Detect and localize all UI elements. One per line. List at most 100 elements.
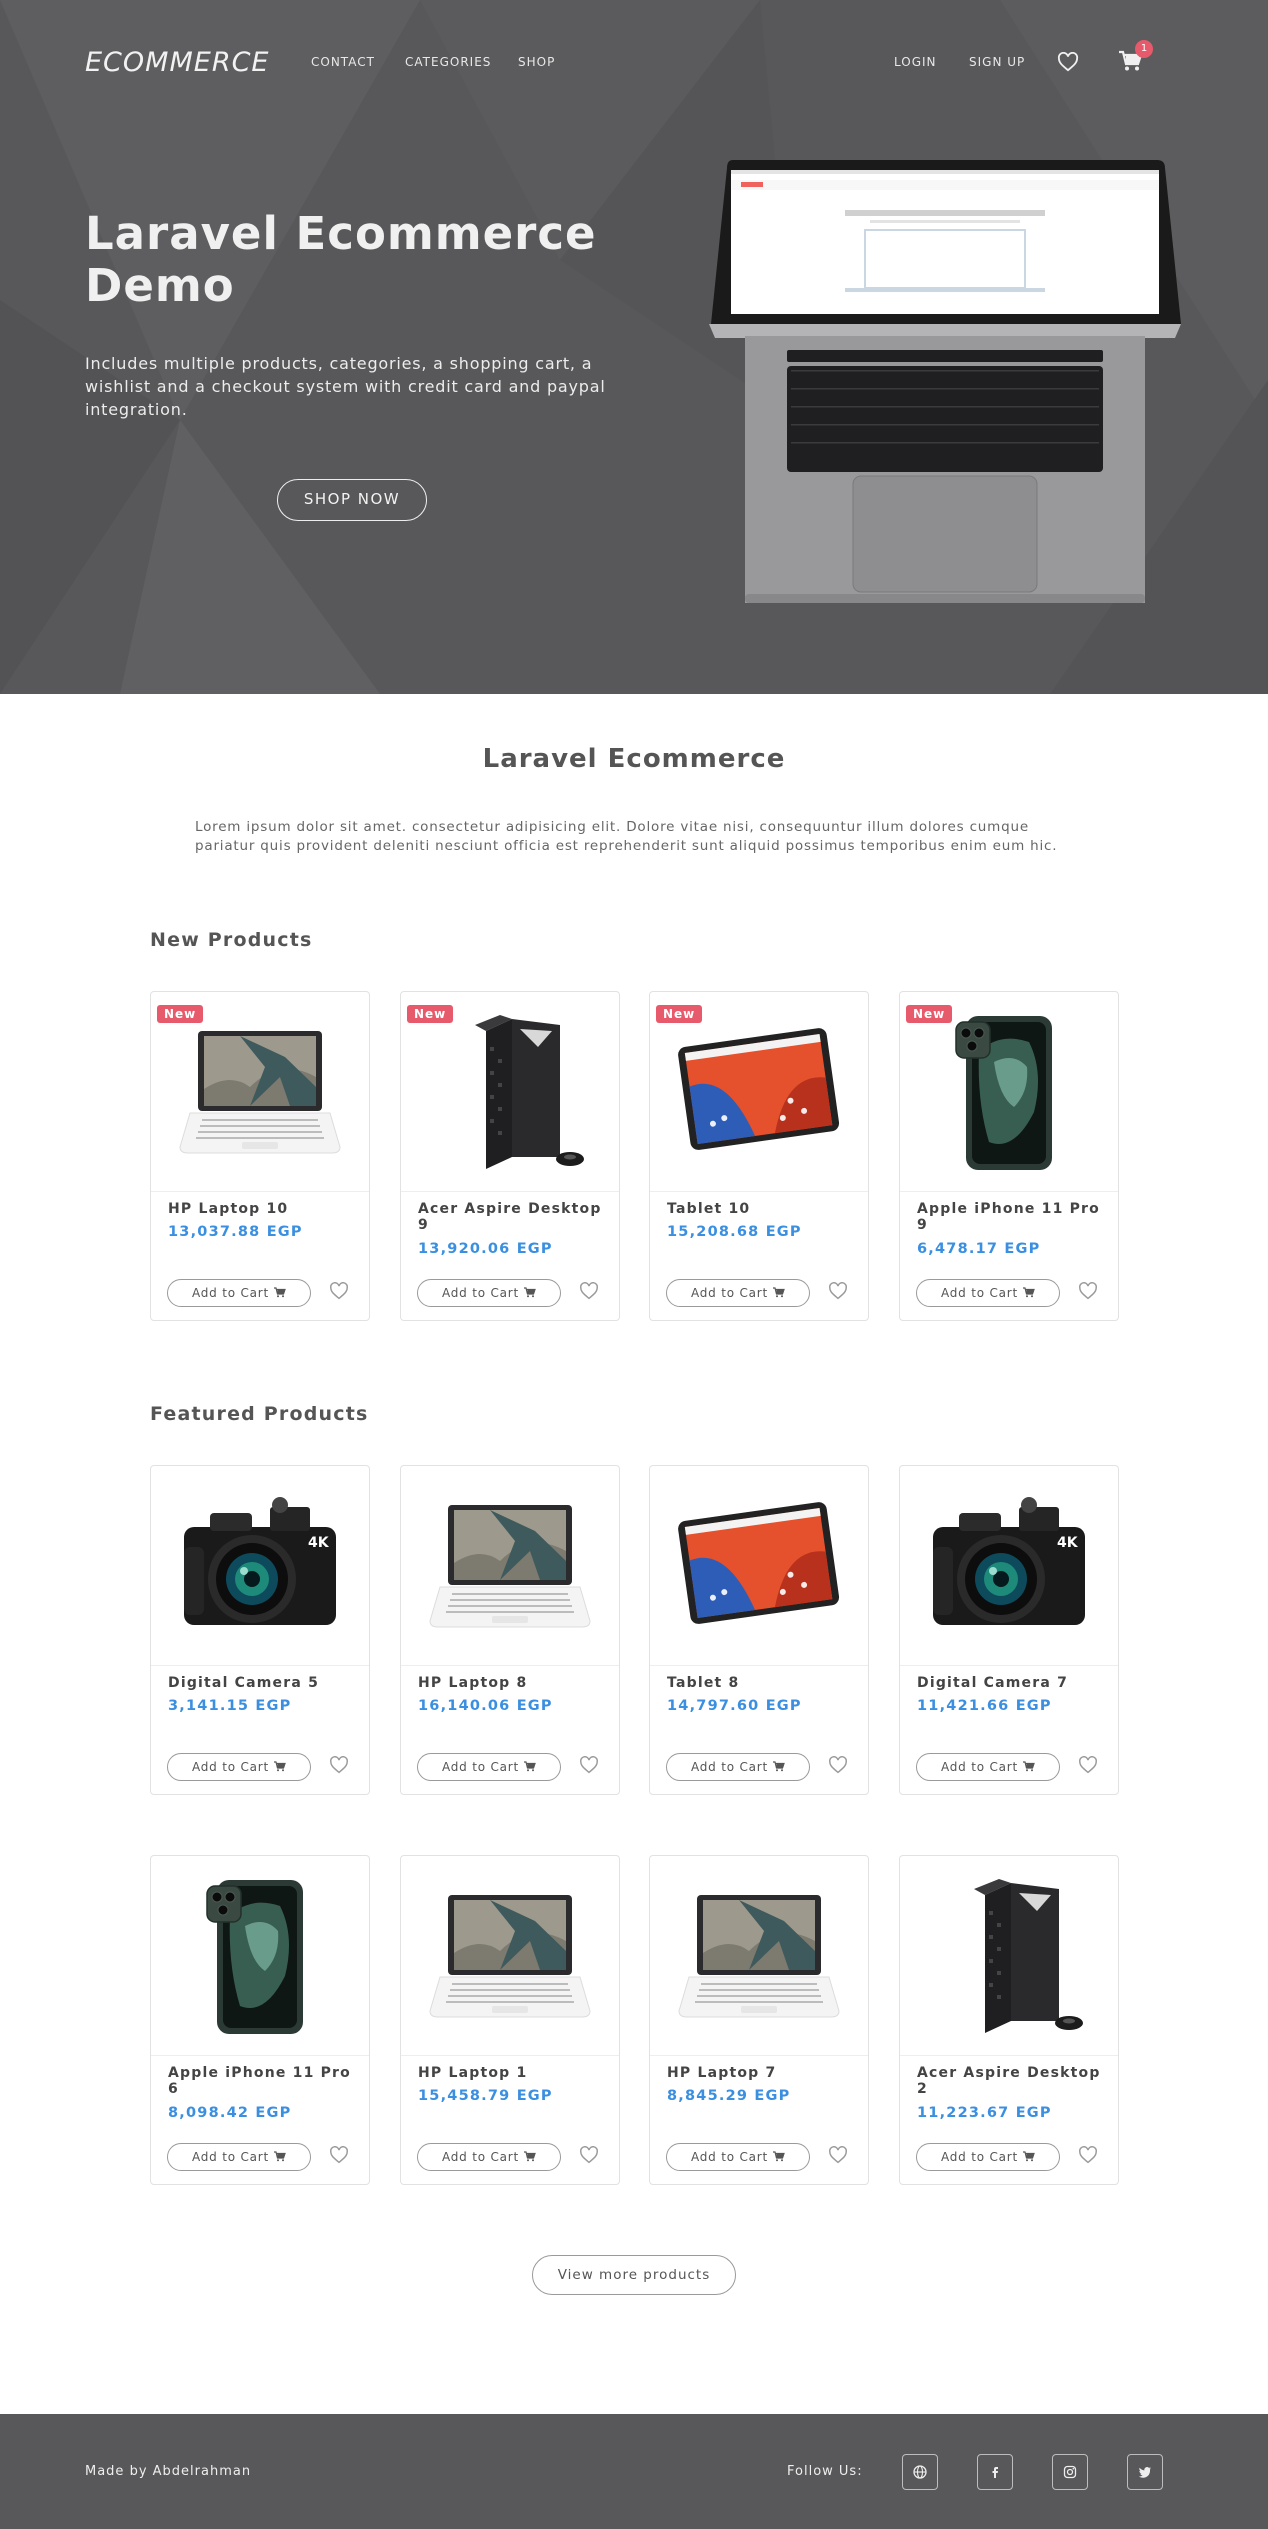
cart-icon: [1018, 1760, 1035, 1774]
add-to-cart-button[interactable]: Add to Cart: [666, 2143, 810, 2171]
add-to-cart-label: Add to Cart: [940, 2150, 1019, 2164]
add-to-cart-button[interactable]: Add to Cart: [417, 1279, 561, 1307]
product-price: 15,458.79 EGP: [418, 2088, 553, 2104]
product-name[interactable]: Tablet 10: [667, 1201, 857, 1217]
facebook-icon[interactable]: [977, 2454, 1013, 2490]
product-name[interactable]: Acer Aspire Desktop 9: [418, 1201, 608, 1233]
hero-description: Includes multiple products, categories, …: [85, 354, 606, 419]
wishlist-heart-icon[interactable]: [1057, 52, 1079, 72]
wishlist-heart-icon[interactable]: [1078, 2146, 1098, 2168]
product-card[interactable]: 4K Digital Camera 7 11,421.66 EGP Add to C…: [899, 1465, 1119, 1795]
add-to-cart-button[interactable]: Add to Cart: [417, 2143, 561, 2171]
product-name[interactable]: HP Laptop 7: [667, 2065, 857, 2081]
wishlist-heart-icon[interactable]: [828, 1756, 848, 1778]
add-to-cart-label: Add to Cart: [690, 1760, 769, 1774]
add-to-cart-label: Add to Cart: [191, 2150, 270, 2164]
product-name[interactable]: Apple iPhone 11 Pro 6: [168, 2065, 358, 2097]
product-image-laptop[interactable]: [401, 1466, 619, 1666]
hero-laptop-image: [709, 160, 1181, 603]
add-to-cart-label: Add to Cart: [191, 1760, 270, 1774]
product-name[interactable]: HP Laptop 10: [168, 1201, 358, 1217]
product-image-camera[interactable]: 4K: [900, 1466, 1118, 1666]
wishlist-heart-icon[interactable]: [828, 1282, 848, 1304]
brand-logo[interactable]: ECOMMERCE: [85, 47, 270, 78]
product-price: 13,037.88 EGP: [168, 1224, 303, 1240]
cart-icon: [768, 2150, 785, 2164]
wishlist-heart-icon[interactable]: [828, 2146, 848, 2168]
svg-text:4K: 4K: [308, 1535, 330, 1551]
footer: Made by Abdelrahman Follow Us:: [0, 2414, 1268, 2529]
top-navbar: ECOMMERCE CONTACT CATEGORIES SHOP LOGIN …: [0, 0, 1268, 124]
wishlist-heart-icon[interactable]: [1078, 1282, 1098, 1304]
footer-credit: Made by Abdelrahman: [85, 2464, 252, 2479]
add-to-cart-button[interactable]: Add to Cart: [916, 1279, 1060, 1307]
add-to-cart-label: Add to Cart: [441, 1286, 520, 1300]
product-image-laptop[interactable]: [650, 1856, 868, 2056]
add-to-cart-button[interactable]: Add to Cart: [167, 2143, 311, 2171]
add-to-cart-button[interactable]: Add to Cart: [666, 1753, 810, 1781]
globe-icon[interactable]: [902, 2454, 938, 2490]
new-badge: New: [407, 1005, 454, 1023]
product-image-tablet[interactable]: [650, 1466, 868, 1666]
add-to-cart-button[interactable]: Add to Cart: [916, 1753, 1060, 1781]
add-to-cart-label: Add to Cart: [940, 1286, 1019, 1300]
wishlist-heart-icon[interactable]: [329, 1282, 349, 1304]
twitter-icon[interactable]: [1127, 2454, 1163, 2490]
product-price: 16,140.06 EGP: [418, 1698, 553, 1714]
nav-link-contact[interactable]: CONTACT: [311, 55, 375, 69]
nav-link-categories[interactable]: CATEGORIES: [405, 55, 491, 69]
add-to-cart-button[interactable]: Add to Cart: [167, 1279, 311, 1307]
product-name[interactable]: Acer Aspire Desktop 2: [917, 2065, 1107, 2097]
wishlist-heart-icon[interactable]: [329, 2146, 349, 2168]
follow-us-label: Follow Us:: [787, 2464, 863, 2479]
add-to-cart-label: Add to Cart: [441, 1760, 520, 1774]
product-name[interactable]: Digital Camera 5: [168, 1675, 358, 1691]
add-to-cart-button[interactable]: Add to Cart: [167, 1753, 311, 1781]
product-price: 8,845.29 EGP: [667, 2088, 791, 2104]
product-card[interactable]: New Acer Aspire Desktop 9 13,920.06 EGP Add…: [400, 991, 620, 1321]
add-to-cart-label: Add to Cart: [441, 2150, 520, 2164]
product-price: 6,478.17 EGP: [917, 1241, 1041, 1257]
wishlist-heart-icon[interactable]: [579, 1282, 599, 1304]
product-name[interactable]: Digital Camera 7: [917, 1675, 1107, 1691]
cart-icon: [269, 1286, 286, 1300]
shop-now-button[interactable]: SHOP NOW: [277, 479, 427, 521]
new-products-title: New Products: [150, 929, 313, 951]
nav-link-shop[interactable]: SHOP: [518, 55, 555, 69]
product-name[interactable]: Tablet 8: [667, 1675, 857, 1691]
nav-link-signup[interactable]: SIGN UP: [969, 55, 1025, 69]
product-image-camera[interactable]: 4K: [151, 1466, 369, 1666]
wishlist-heart-icon[interactable]: [579, 2146, 599, 2168]
product-image-desktop[interactable]: [900, 1856, 1118, 2056]
cart-icon: [519, 2150, 536, 2164]
product-name[interactable]: Apple iPhone 11 Pro 9: [917, 1201, 1107, 1233]
product-price: 3,141.15 EGP: [168, 1698, 292, 1714]
product-card[interactable]: New Tablet 10 15,208.68 EGP Add to Cart: [649, 991, 869, 1321]
product-card[interactable]: Apple iPhone 11 Pro 6 8,098.42 EGP Add to …: [150, 1855, 370, 2185]
product-card[interactable]: HP Laptop 1 15,458.79 EGP Add to Cart: [400, 1855, 620, 2185]
wishlist-heart-icon[interactable]: [579, 1756, 599, 1778]
product-card[interactable]: HP Laptop 7 8,845.29 EGP Add to Cart: [649, 1855, 869, 2185]
view-more-products-button[interactable]: View more products: [532, 2255, 736, 2295]
product-card[interactable]: Tablet 8 14,797.60 EGP Add to Cart: [649, 1465, 869, 1795]
product-card[interactable]: HP Laptop 8 16,140.06 EGP Add to Cart: [400, 1465, 620, 1795]
product-image-phone[interactable]: [151, 1856, 369, 2056]
add-to-cart-label: Add to Cart: [690, 1286, 769, 1300]
product-name[interactable]: HP Laptop 8: [418, 1675, 608, 1691]
instagram-icon[interactable]: [1052, 2454, 1088, 2490]
product-card[interactable]: New Apple iPhone 11 Pro 9 6,478.17 EGP Add …: [899, 991, 1119, 1321]
product-card[interactable]: Acer Aspire Desktop 2 11,223.67 EGP Add to…: [899, 1855, 1119, 2185]
add-to-cart-button[interactable]: Add to Cart: [417, 1753, 561, 1781]
nav-link-login[interactable]: LOGIN: [894, 55, 937, 69]
wishlist-heart-icon[interactable]: [1078, 1756, 1098, 1778]
cart-icon: [519, 1286, 536, 1300]
product-image-laptop[interactable]: [401, 1856, 619, 2056]
product-card[interactable]: 4K Digital Camera 5 3,141.15 EGP Add to Ca…: [150, 1465, 370, 1795]
add-to-cart-label: Add to Cart: [191, 1286, 270, 1300]
add-to-cart-button[interactable]: Add to Cart: [916, 2143, 1060, 2171]
cart-icon: [768, 1286, 785, 1300]
product-name[interactable]: HP Laptop 1: [418, 2065, 608, 2081]
product-card[interactable]: New HP Laptop 10 13,037.88 EGP Add to Cart: [150, 991, 370, 1321]
wishlist-heart-icon[interactable]: [329, 1756, 349, 1778]
add-to-cart-button[interactable]: Add to Cart: [666, 1279, 810, 1307]
